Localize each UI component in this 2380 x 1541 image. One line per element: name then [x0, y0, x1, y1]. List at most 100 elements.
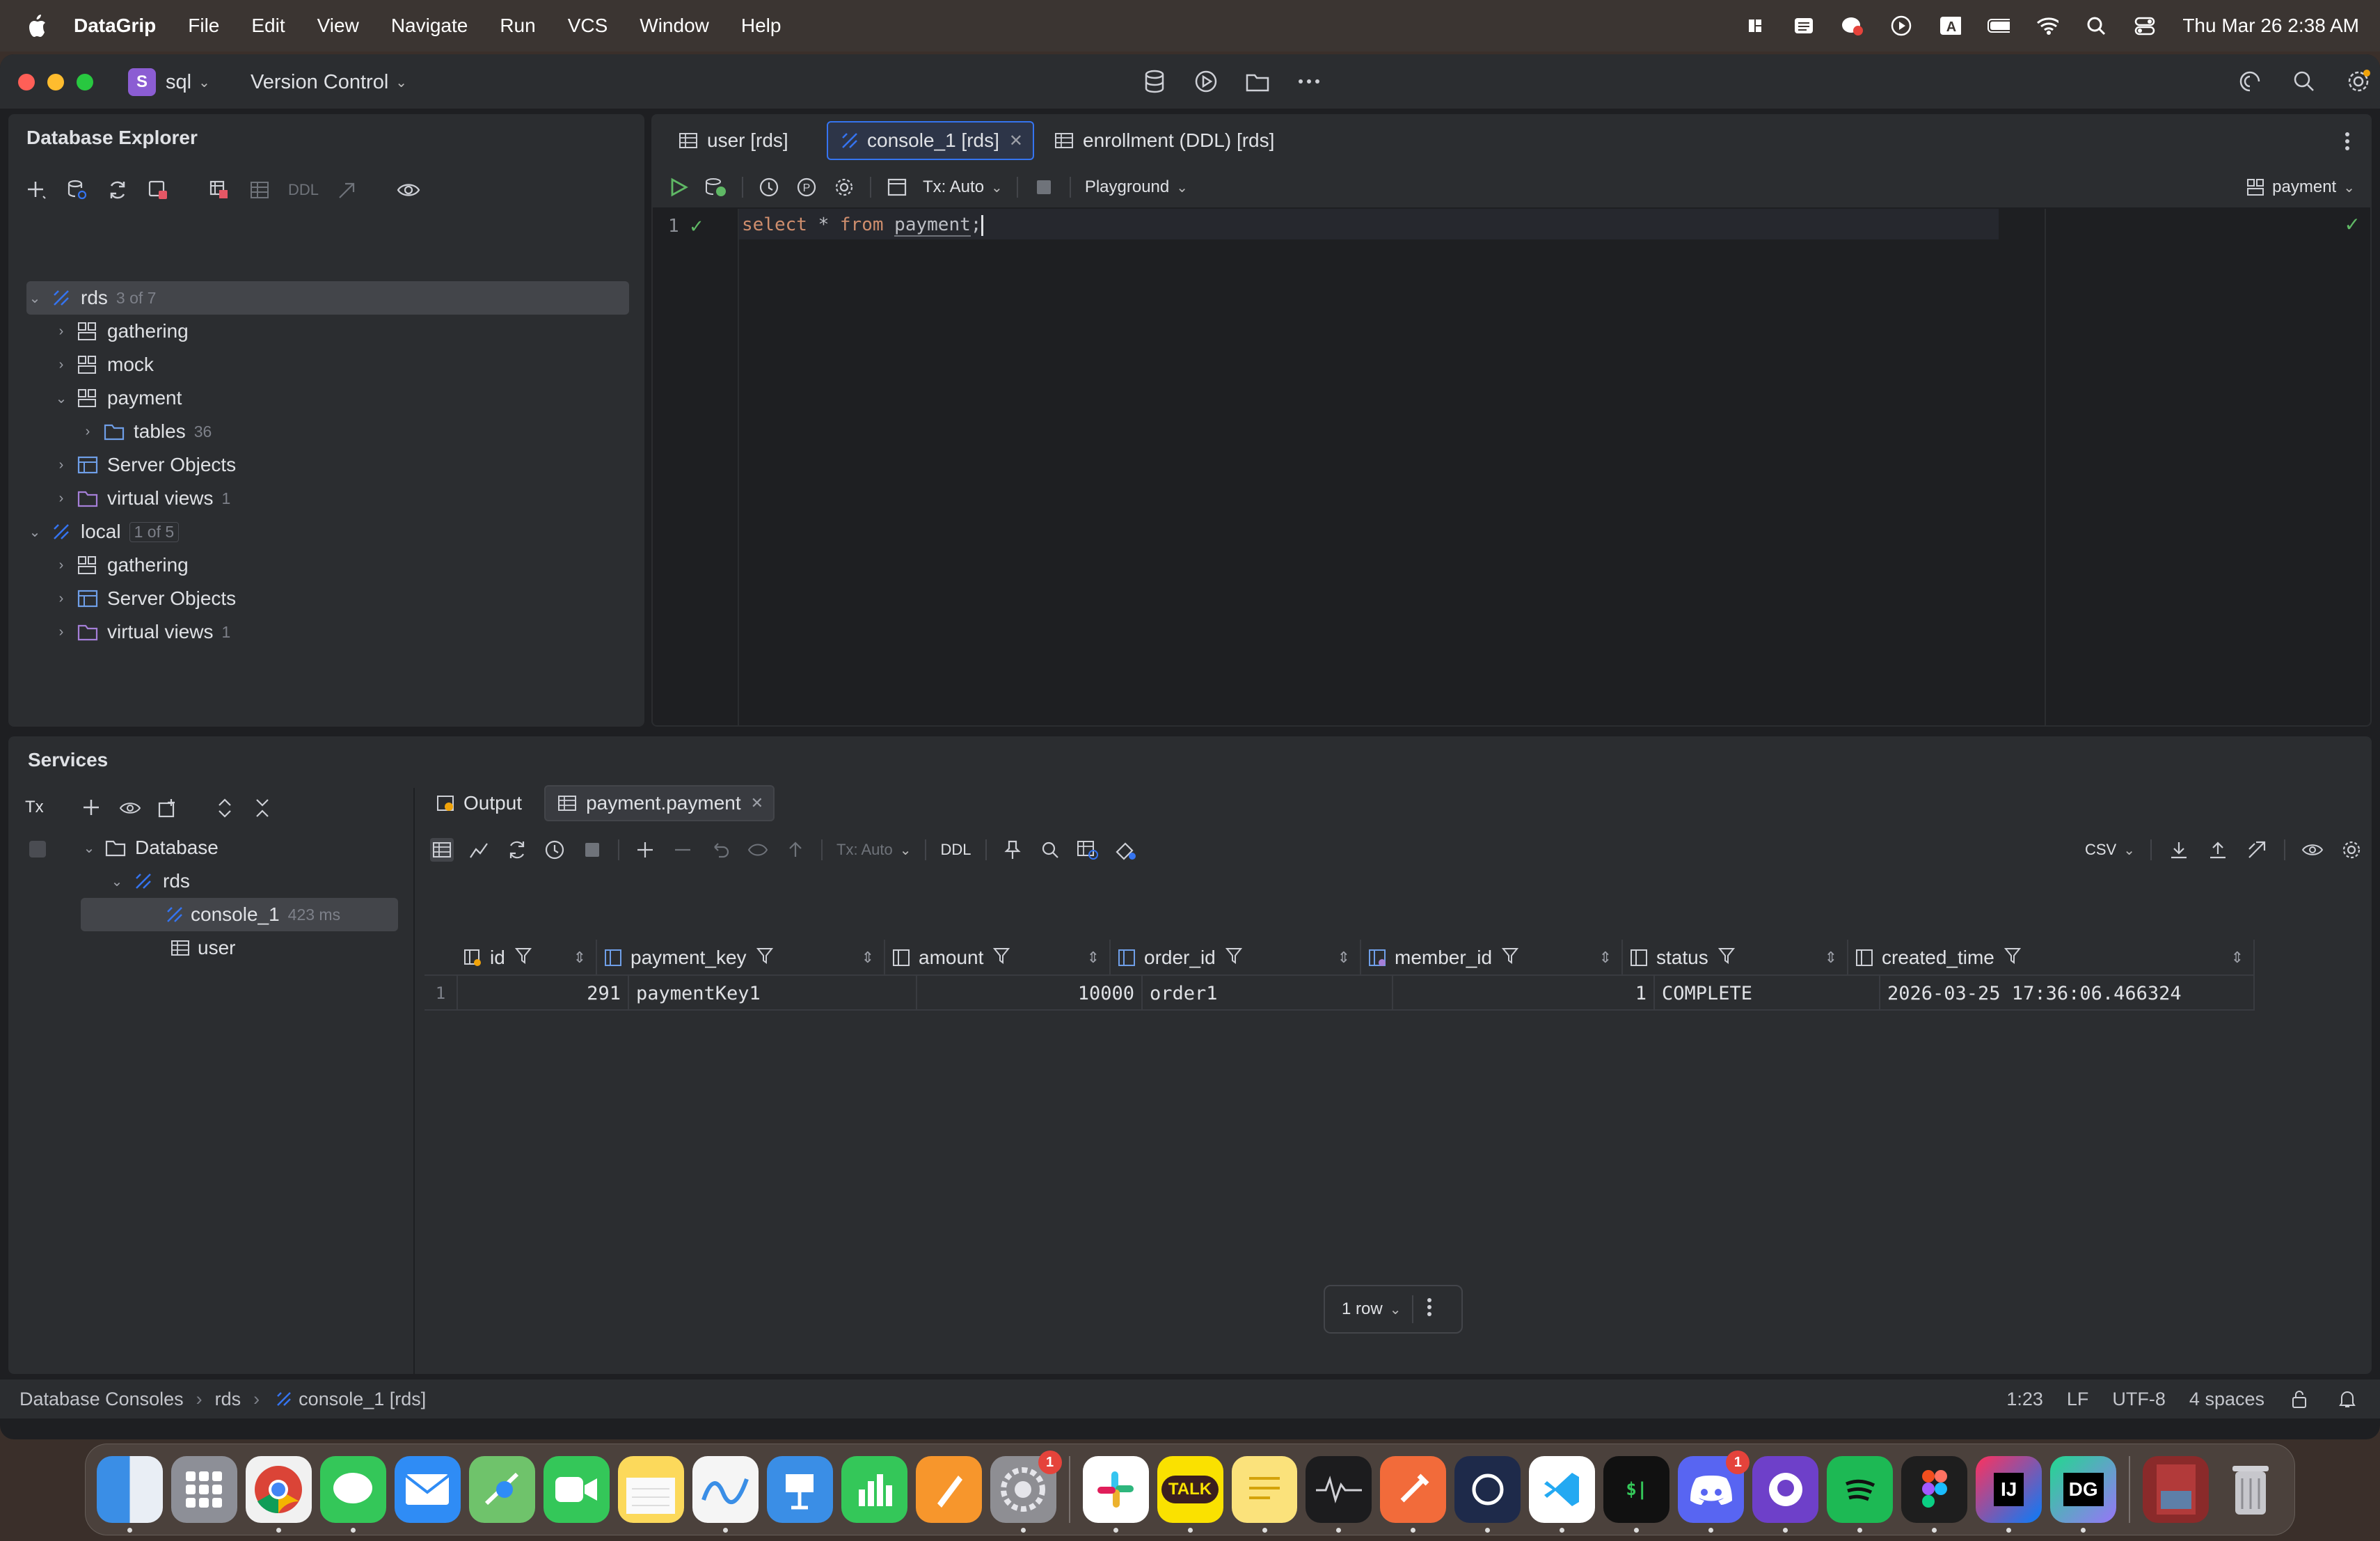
- filter-icon[interactable]: [1225, 947, 1242, 970]
- row-count-dropdown[interactable]: 1 row ⌄: [1325, 1295, 1414, 1323]
- line-ending[interactable]: LF: [2067, 1389, 2089, 1410]
- history-clock-icon[interactable]: [757, 175, 781, 199]
- chevron-right-icon[interactable]: ›: [53, 591, 70, 607]
- ai-assistant-icon[interactable]: [2238, 70, 2262, 93]
- control-center-icon[interactable]: [2134, 15, 2156, 37]
- add-icon[interactable]: [81, 796, 104, 820]
- kakaotalk-icon[interactable]: TALK: [1157, 1456, 1223, 1533]
- chevron-down-icon[interactable]: ⌄: [53, 390, 70, 407]
- tree-node-tables[interactable]: › tables 36: [79, 415, 706, 448]
- numbers-icon[interactable]: [841, 1456, 907, 1523]
- menu-help[interactable]: Help: [741, 15, 782, 37]
- tree-node-virtual-views[interactable]: › virtual views 1: [53, 615, 679, 649]
- filter-icon[interactable]: [514, 947, 532, 970]
- play-menu-icon[interactable]: [1890, 15, 1912, 37]
- system-settings-icon[interactable]: 1: [990, 1451, 1062, 1533]
- sort-icon[interactable]: ⇕: [573, 949, 586, 967]
- eye-view-icon[interactable]: [2301, 838, 2324, 862]
- tab-console-1-rds[interactable]: console_1 [rds] ✕: [827, 121, 1034, 160]
- settings-gear-icon[interactable]: [2347, 70, 2370, 93]
- cell-created-time[interactable]: 2026-03-25 17:36:06.466324: [1880, 976, 2255, 1011]
- notes-icon[interactable]: [617, 1456, 684, 1523]
- playground-dropdown[interactable]: Playground ⌄: [1085, 177, 1188, 197]
- chevron-right-icon[interactable]: ›: [53, 357, 70, 373]
- wifi-icon[interactable]: [2036, 15, 2059, 37]
- postman-icon[interactable]: [1380, 1456, 1447, 1533]
- indent-setting[interactable]: 4 spaces: [2189, 1389, 2264, 1410]
- notifications-bell-icon[interactable]: [2335, 1387, 2359, 1411]
- tree-node-gathering[interactable]: › gathering: [53, 548, 679, 582]
- tx-mode-dropdown[interactable]: Tx: Auto ⌄: [923, 177, 1003, 197]
- chevron-down-icon[interactable]: ⌄: [109, 873, 125, 890]
- chevron-right-icon[interactable]: ›: [53, 558, 70, 574]
- filter-icon[interactable]: [1717, 947, 1735, 970]
- apple-icon[interactable]: [26, 14, 50, 38]
- upload-icon[interactable]: [2206, 838, 2230, 862]
- menu-vcs[interactable]: VCS: [568, 15, 608, 37]
- tree-node-server-objects[interactable]: › Server Objects: [53, 582, 679, 615]
- tree-node-mock[interactable]: › mock: [53, 348, 679, 381]
- terminal-icon[interactable]: $|: [1603, 1456, 1670, 1533]
- finder-icon[interactable]: [97, 1456, 163, 1533]
- tab-options-kebab-icon[interactable]: [2335, 129, 2359, 153]
- download-icon[interactable]: [2167, 838, 2191, 862]
- cell-order-id[interactable]: order1: [1143, 976, 1393, 1011]
- chrome-icon[interactable]: [245, 1456, 312, 1533]
- slack-icon[interactable]: [1082, 1456, 1149, 1533]
- messages-icon[interactable]: [319, 1456, 386, 1533]
- export-format-dropdown[interactable]: CSV ⌄: [2085, 841, 2135, 859]
- activity-monitor-icon[interactable]: [1306, 1456, 1372, 1533]
- version-control-selector[interactable]: Version Control ⌄: [251, 67, 407, 97]
- session-icon[interactable]: [885, 175, 909, 199]
- tree-node-rds[interactable]: ⌄ rds 3 of 7: [26, 281, 629, 315]
- execute-play-icon[interactable]: [667, 175, 690, 199]
- chevron-down-icon[interactable]: ⌄: [26, 523, 43, 541]
- tab-output[interactable]: Output: [425, 785, 532, 821]
- menu-clock[interactable]: Thu Mar 26 2:38 AM: [2182, 15, 2359, 37]
- transpose-icon[interactable]: [2245, 838, 2269, 862]
- spotify-icon[interactable]: [1827, 1456, 1894, 1533]
- add-row-icon[interactable]: [633, 838, 657, 862]
- stickies-icon[interactable]: [1231, 1456, 1298, 1533]
- tab-user-rds[interactable]: user [rds]: [667, 121, 798, 160]
- sql-code-line[interactable]: select * from payment;: [742, 214, 984, 237]
- chatgpt-icon[interactable]: [1454, 1456, 1521, 1533]
- menu-file[interactable]: File: [188, 15, 219, 37]
- cell-payment-key[interactable]: paymentKey1: [629, 976, 917, 1011]
- discord-icon[interactable]: 1: [1678, 1451, 1750, 1533]
- tx-icon[interactable]: Tx: [25, 798, 44, 817]
- close-window-button[interactable]: [18, 74, 35, 90]
- folder-icon[interactable]: [1246, 70, 1269, 93]
- project-selector[interactable]: S sql ⌄: [128, 67, 210, 97]
- launchpad-icon[interactable]: [170, 1456, 237, 1523]
- messenger-menu-icon[interactable]: [1841, 15, 1864, 37]
- services-node-console-1[interactable]: console_1 423 ms: [81, 898, 398, 931]
- jetbrains-toolbox-icon[interactable]: [1744, 15, 1766, 37]
- more-icon[interactable]: [1297, 70, 1321, 93]
- freeform-icon[interactable]: [692, 1456, 759, 1533]
- sort-icon[interactable]: ⇕: [2231, 949, 2244, 967]
- zoom-window-button[interactable]: [77, 74, 93, 90]
- caret-position[interactable]: 1:23: [2006, 1389, 2043, 1410]
- database-icon[interactable]: [1143, 70, 1166, 93]
- compare-icon[interactable]: [1076, 838, 1100, 862]
- tree-node-server-objects[interactable]: › Server Objects: [53, 448, 679, 482]
- explain-plan-icon[interactable]: [704, 175, 728, 199]
- chevron-right-icon[interactable]: ›: [53, 324, 70, 340]
- breadcrumb-item[interactable]: rds: [215, 1389, 241, 1410]
- breadcrumb-item[interactable]: Database Consoles: [19, 1389, 184, 1410]
- no-problems-check-icon[interactable]: ✓: [2345, 213, 2361, 236]
- tree-node-local[interactable]: ⌄ local 1 of 5: [26, 515, 653, 548]
- column-header-member-id[interactable]: member_id ⇕: [1361, 940, 1623, 976]
- figma-icon[interactable]: [1901, 1456, 1968, 1533]
- search-icon[interactable]: [1038, 838, 1062, 862]
- spotlight-search-icon[interactable]: [2085, 15, 2107, 37]
- menu-navigate[interactable]: Navigate: [391, 15, 468, 37]
- schema-selector[interactable]: payment ⌄: [2244, 175, 2355, 199]
- services-node-rds[interactable]: ⌄ rds: [109, 864, 401, 898]
- filter-icon[interactable]: [2004, 947, 2021, 970]
- row-count-more-icon[interactable]: [1413, 1297, 1433, 1322]
- battery-icon[interactable]: [1988, 15, 2010, 37]
- chevron-down-icon[interactable]: ⌄: [26, 290, 43, 307]
- new-tab-icon[interactable]: [156, 796, 180, 820]
